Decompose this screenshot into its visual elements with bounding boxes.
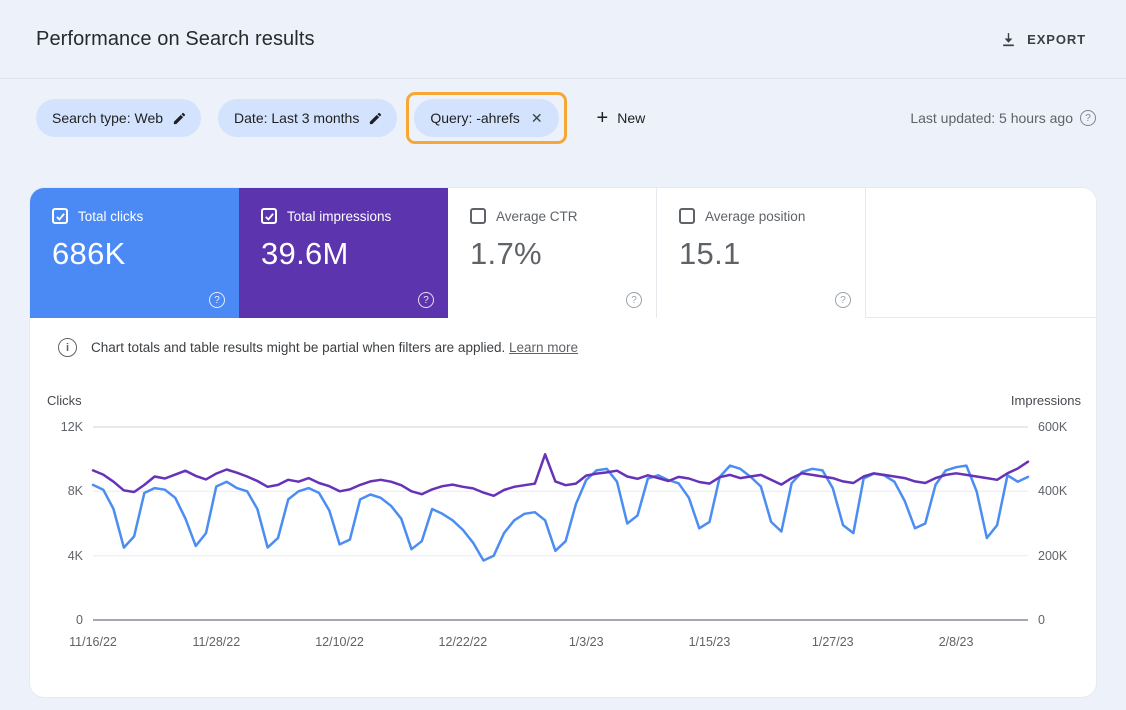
left-axis-tick: 4K bbox=[37, 549, 83, 563]
metric-cards-row: Total clicks 686K ? Total impressions 39… bbox=[30, 188, 1096, 318]
metric-card-average-position[interactable]: Average position 15.1 ? bbox=[657, 188, 866, 318]
export-label: EXPORT bbox=[1027, 32, 1086, 47]
left-axis-tick: 12K bbox=[37, 420, 83, 434]
filters-bar: Search type: Web Date: Last 3 months Que… bbox=[0, 79, 1126, 157]
filter-chip-label: Query: -ahrefs bbox=[430, 110, 519, 126]
metric-row-filler bbox=[866, 188, 1096, 317]
metric-value: 39.6M bbox=[261, 236, 448, 272]
banner-text: Chart totals and table results might be … bbox=[91, 340, 505, 355]
export-button[interactable]: EXPORT bbox=[994, 23, 1092, 56]
filter-chip-label: Search type: Web bbox=[52, 110, 163, 126]
x-axis-tick: 1/15/23 bbox=[689, 635, 731, 649]
download-icon bbox=[1000, 31, 1017, 48]
help-icon[interactable]: ? bbox=[835, 292, 851, 308]
page-header: Performance on Search results EXPORT bbox=[0, 0, 1126, 79]
x-axis-tick: 1/27/23 bbox=[812, 635, 854, 649]
checkbox-checked-icon[interactable] bbox=[261, 208, 277, 224]
query-filter-highlight-box: Query: -ahrefs ✕ bbox=[406, 92, 566, 144]
performance-chart: Clicks Impressions 12K 8K 4K 0 600K 400K… bbox=[30, 387, 1096, 687]
chart-svg bbox=[93, 423, 1028, 623]
series-line-impressions bbox=[93, 454, 1028, 496]
metric-card-total-impressions[interactable]: Total impressions 39.6M ? bbox=[239, 188, 448, 318]
help-icon[interactable]: ? bbox=[418, 292, 434, 308]
metric-value: 15.1 bbox=[679, 236, 865, 272]
plus-icon: + bbox=[597, 108, 609, 128]
filter-chip-date[interactable]: Date: Last 3 months bbox=[218, 99, 397, 137]
performance-page: Performance on Search results EXPORT Sea… bbox=[0, 0, 1126, 710]
right-axis-caption: Impressions bbox=[1011, 393, 1081, 408]
performance-panel: Total clicks 686K ? Total impressions 39… bbox=[30, 188, 1096, 697]
metric-card-total-clicks[interactable]: Total clicks 686K ? bbox=[30, 188, 239, 318]
right-axis-tick: 400K bbox=[1038, 484, 1067, 498]
help-icon[interactable]: ? bbox=[626, 292, 642, 308]
checkbox-unchecked-icon[interactable] bbox=[679, 208, 695, 224]
left-axis-tick: 8K bbox=[37, 484, 83, 498]
metric-value: 686K bbox=[52, 236, 239, 272]
right-axis-tick: 600K bbox=[1038, 420, 1067, 434]
x-axis-tick: 1/3/23 bbox=[569, 635, 604, 649]
x-axis-tick: 12/10/22 bbox=[315, 635, 364, 649]
filter-chip-query[interactable]: Query: -ahrefs ✕ bbox=[414, 99, 558, 137]
right-axis-tick: 0 bbox=[1038, 613, 1045, 627]
metric-label: Average CTR bbox=[496, 209, 578, 224]
x-axis-tick: 2/8/23 bbox=[939, 635, 974, 649]
x-axis-tick: 12/22/22 bbox=[439, 635, 488, 649]
checkbox-checked-icon[interactable] bbox=[52, 208, 68, 224]
close-icon[interactable]: ✕ bbox=[529, 110, 545, 127]
help-icon[interactable]: ? bbox=[209, 292, 225, 308]
x-axis-labels: 11/16/22 11/28/22 12/10/22 12/22/22 1/3/… bbox=[93, 635, 1028, 651]
last-updated: Last updated: 5 hours ago ? bbox=[910, 110, 1096, 126]
metric-value: 1.7% bbox=[470, 236, 656, 272]
series-line-clicks bbox=[93, 466, 1028, 561]
metric-card-average-ctr[interactable]: Average CTR 1.7% ? bbox=[448, 188, 657, 318]
help-icon[interactable]: ? bbox=[1080, 110, 1096, 126]
right-axis-tick: 200K bbox=[1038, 549, 1067, 563]
x-axis-tick: 11/16/22 bbox=[69, 635, 117, 649]
partial-data-banner: i Chart totals and table results might b… bbox=[30, 318, 1096, 371]
metric-label: Total impressions bbox=[287, 209, 391, 224]
metric-label: Average position bbox=[705, 209, 805, 224]
left-axis-caption: Clicks bbox=[47, 393, 82, 408]
left-axis-tick: 0 bbox=[37, 613, 83, 627]
edit-icon[interactable] bbox=[172, 111, 187, 126]
last-updated-text: Last updated: 5 hours ago bbox=[910, 110, 1073, 126]
filter-chip-label: Date: Last 3 months bbox=[234, 110, 359, 126]
page-title: Performance on Search results bbox=[36, 28, 315, 51]
x-axis-tick: 11/28/22 bbox=[192, 635, 240, 649]
edit-icon[interactable] bbox=[368, 111, 383, 126]
learn-more-link[interactable]: Learn more bbox=[509, 340, 578, 355]
new-filter-button[interactable]: + New bbox=[589, 102, 654, 134]
metric-label: Total clicks bbox=[78, 209, 143, 224]
info-icon: i bbox=[58, 338, 77, 357]
checkbox-unchecked-icon[interactable] bbox=[470, 208, 486, 224]
chart-plot-area[interactable] bbox=[93, 423, 1028, 623]
filter-chip-search-type[interactable]: Search type: Web bbox=[36, 99, 201, 137]
new-filter-label: New bbox=[617, 110, 645, 126]
